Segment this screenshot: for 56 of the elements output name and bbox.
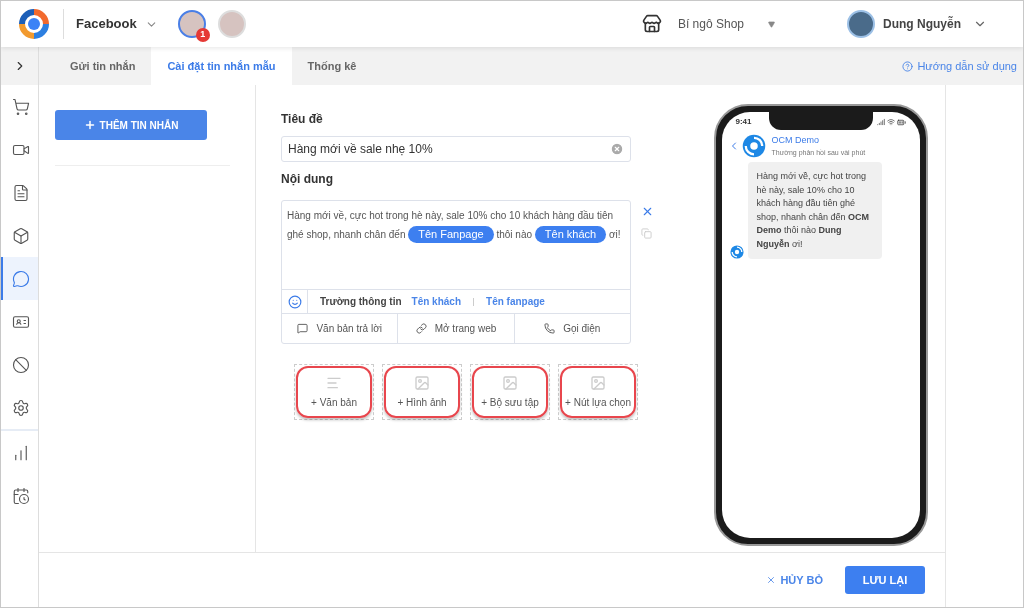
action-button[interactable]: Văn bản trả lời (282, 314, 398, 343)
cancel-button[interactable]: HỦY BỎ (766, 571, 823, 589)
chat-bubble-icon (11, 269, 30, 288)
tab[interactable]: Cài đặt tin nhắn mẫu (151, 47, 292, 85)
image-icon (590, 374, 606, 391)
message-bubble: Hàng mới về, cực hot trong hè này, sale 10% cho 10 khách hàng đầu tiên ghé shop, nhanh chân đến OCM Demo thôi nào Dung Nguyễn ơi! (747, 162, 882, 259)
user-avatar (847, 10, 875, 38)
fields-label: Trường thông tin (320, 295, 402, 309)
title-input[interactable]: Hàng mới về sale nhẹ 10% (281, 136, 631, 162)
help-icon (902, 60, 914, 72)
field-label: Tiêu đề (281, 111, 324, 128)
document-icon (11, 183, 30, 202)
signal-icon (876, 117, 885, 126)
add-block-button[interactable]: + Nút lựa chọn (560, 366, 636, 418)
add-block-button[interactable]: + Văn bản (296, 366, 372, 418)
add-block-button[interactable]: + Bộ sưu tập (472, 366, 548, 418)
field-label: Nội dung (281, 171, 334, 188)
store-icon (641, 14, 662, 34)
field-link[interactable]: Tên fanpage (486, 294, 545, 309)
variable-chip: Tên Fanpage (408, 226, 494, 243)
link-icon (415, 323, 427, 334)
image-icon (414, 374, 430, 391)
page-name: OCM Demo (771, 134, 820, 147)
action-button[interactable]: Gọi điện (513, 314, 630, 343)
shop-dropdown[interactable]: Bí ngô Shop (677, 15, 775, 33)
clock-text: 9:41 (735, 116, 752, 128)
clear-icon[interactable] (610, 142, 624, 156)
cart-icon (11, 97, 30, 116)
sidebar-item[interactable] (1, 257, 38, 300)
box-icon (11, 226, 30, 245)
caret-icon (768, 20, 775, 28)
save-button[interactable]: LƯU LẠI (845, 566, 925, 594)
settings-icon (11, 398, 30, 417)
message-icon (297, 323, 309, 334)
image-icon (502, 374, 518, 391)
field-link[interactable]: Tên khách (411, 294, 462, 309)
channel-dropdown[interactable]: Facebook (76, 14, 158, 34)
close-icon[interactable] (641, 205, 654, 218)
user-menu[interactable]: Dung Nguyễn (883, 15, 987, 33)
content-editor[interactable]: Hàng mới về, cực hot trong hè này, sale 10% cho 10 khách hàng đầu tiên ghé shop, nhanh chân đến Tên Fanpage thôi nào Tên khách ơi! (282, 201, 630, 289)
sender-logo (729, 245, 744, 259)
close-icon (766, 575, 777, 585)
app-logo[interactable] (17, 7, 51, 41)
page-logo (741, 134, 766, 158)
add-block-button[interactable]: + Hình ảnh (384, 366, 460, 418)
wifi-icon (886, 117, 895, 126)
calendar-clock-icon (11, 486, 30, 505)
variable-chip: Tên khách (534, 226, 607, 243)
ban-icon (11, 355, 30, 374)
phone-icon (544, 323, 556, 334)
emoji-icon[interactable] (287, 294, 302, 309)
battery-icon (896, 117, 906, 127)
add-message-button[interactable]: THÊM TIN NHẮN (55, 110, 207, 140)
plus-icon (83, 119, 96, 131)
action-button[interactable]: Mở trang web (397, 314, 514, 343)
page-avatar[interactable] (177, 10, 206, 38)
